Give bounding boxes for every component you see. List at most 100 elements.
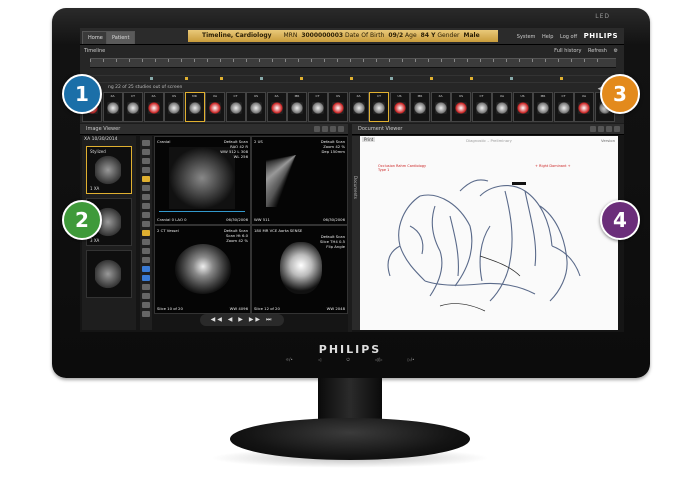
image-tool-icon[interactable] — [142, 311, 150, 317]
study-thumbnail[interactable]: XA — [205, 92, 225, 122]
viewport-ct[interactable]: 2 CT Vessel Default Scan Scan Ht 6.0 Zoo… — [154, 225, 251, 314]
image-tool-icon[interactable] — [142, 149, 150, 155]
viewport-xa[interactable]: Cranial Default Scan RAO 42 R WW 512 L 3… — [154, 136, 251, 225]
front-button-right[interactable]: ▷/• — [408, 357, 415, 362]
image-tool-icon[interactable] — [142, 212, 150, 218]
image-tool-icon[interactable] — [142, 248, 150, 254]
timeline-event-marker[interactable] — [260, 77, 263, 80]
close-icon[interactable] — [614, 126, 620, 132]
study-thumbnail[interactable]: XA — [266, 92, 287, 122]
close-icon[interactable] — [338, 126, 344, 132]
image-viewer-title[interactable]: Image Viewer — [86, 126, 120, 132]
print-icon[interactable] — [598, 126, 604, 132]
image-tool-icon[interactable] — [142, 302, 150, 308]
image-tool-icon[interactable] — [142, 230, 150, 236]
study-thumbnail[interactable]: CT — [307, 92, 328, 122]
study-preview-image — [188, 102, 201, 114]
image-tool-icon[interactable] — [142, 194, 150, 200]
study-thumbnail[interactable]: US — [389, 92, 410, 122]
study-modality-label: XA — [356, 94, 361, 98]
series-thumbnail[interactable] — [86, 250, 132, 298]
timeline-axis[interactable] — [90, 58, 616, 68]
front-button-menu[interactable]: ☼/• — [286, 357, 293, 362]
document-viewer-title[interactable]: Document Viewer — [358, 126, 403, 132]
image-tool-icon[interactable] — [142, 257, 150, 263]
full-history-dropdown[interactable]: Full history — [554, 48, 581, 54]
vp-top-left: 180 MR VCE Aorta SENSE — [254, 228, 303, 233]
study-thumbnail[interactable]: US — [246, 92, 266, 122]
front-button-left[interactable]: ◁ — [318, 357, 321, 362]
gear-icon[interactable]: ⚙ — [614, 48, 618, 54]
menu-help[interactable]: Help — [542, 34, 553, 40]
tab-patient[interactable]: Patient — [106, 31, 136, 44]
timeline-tick — [168, 59, 169, 62]
maximize-icon[interactable] — [606, 126, 612, 132]
timeline-event-marker[interactable] — [300, 77, 303, 80]
image-tool-icon[interactable] — [142, 176, 150, 182]
image-tool-icon[interactable] — [142, 158, 150, 164]
study-preview-image — [578, 102, 590, 114]
study-thumbnail[interactable]: MR — [184, 92, 205, 122]
study-thumbnail[interactable]: CT — [123, 92, 143, 122]
timeline-event-marker[interactable] — [350, 77, 353, 80]
image-tool-icon[interactable] — [142, 221, 150, 227]
viewport-mr[interactable]: 180 MR VCE Aorta SENSE Default Scan Slic… — [251, 225, 348, 314]
playback-controls[interactable]: ◀◀ ◀ ▶ ▶▶ ⏭ — [200, 314, 284, 326]
study-thumbnail[interactable]: MR — [410, 92, 430, 122]
study-thumbnail[interactable]: CT — [471, 92, 492, 122]
timeline-event-marker[interactable] — [560, 77, 563, 80]
study-thumbnail[interactable]: MR — [533, 92, 553, 122]
image-tool-icon[interactable] — [142, 275, 150, 281]
documents-side-tab[interactable]: Documents — [352, 136, 360, 330]
study-thumbnail[interactable]: CT — [225, 92, 246, 122]
front-button-input[interactable]: ◁/▷ — [375, 357, 383, 362]
study-thumbnail[interactable]: XA — [430, 92, 451, 122]
layout-icon[interactable] — [322, 126, 328, 132]
study-thumbnail[interactable]: XA — [492, 92, 512, 122]
timeline-tick — [194, 59, 195, 62]
image-tool-icon[interactable] — [142, 266, 150, 272]
vp-top-right: Default Scan RAO 42 R WW 512 L 308 WL 25… — [220, 139, 248, 159]
edit-icon[interactable] — [314, 126, 320, 132]
timeline-event-marker[interactable] — [220, 77, 223, 80]
study-thumbnail[interactable]: CT — [369, 92, 389, 122]
study-thumbnail[interactable]: XA — [348, 92, 369, 122]
study-thumbnail[interactable]: CT — [553, 92, 574, 122]
timeline-event-marker[interactable] — [430, 77, 433, 80]
study-thumbnail[interactable]: XA — [143, 92, 164, 122]
study-thumbnail[interactable]: XA — [574, 92, 594, 122]
timeline-tick — [103, 59, 104, 62]
tab-home[interactable]: Home — [82, 31, 109, 44]
refresh-button[interactable]: Refresh — [588, 48, 607, 54]
image-tool-icon[interactable] — [142, 293, 150, 299]
study-thumbnail[interactable]: US — [164, 92, 184, 122]
study-thumbnail[interactable]: US — [451, 92, 471, 122]
image-tool-icon[interactable] — [142, 284, 150, 290]
timeline-event-marker[interactable] — [150, 77, 153, 80]
patient-banner: Timeline, Cardiology MRN 3000000003 Date … — [188, 30, 498, 42]
coronary-tree-diagram — [387, 179, 581, 312]
image-tool-icon[interactable] — [142, 185, 150, 191]
timeline-event-marker[interactable] — [390, 77, 393, 80]
edit-icon[interactable] — [590, 126, 596, 132]
timeline-tick — [402, 59, 403, 62]
study-thumbnail[interactable]: US — [328, 92, 348, 122]
study-thumbnail[interactable]: XA — [102, 92, 123, 122]
timeline-event-marker[interactable] — [510, 77, 513, 80]
timeline-tick — [506, 59, 507, 62]
timeline-tick — [298, 59, 299, 62]
timeline-event-marker[interactable] — [185, 77, 188, 80]
viewport-us[interactable]: 2 US Default Scan Zoom 42 % Dep 150mm WW… — [251, 136, 348, 225]
study-thumbnail[interactable]: MR — [287, 92, 307, 122]
maximize-icon[interactable] — [330, 126, 336, 132]
image-tool-icon[interactable] — [142, 239, 150, 245]
series-thumbnail[interactable]: Stylized 1 XA — [86, 146, 132, 194]
image-tool-icon[interactable] — [142, 140, 150, 146]
study-thumbnail[interactable]: US — [512, 92, 533, 122]
image-tool-icon[interactable] — [142, 203, 150, 209]
menu-system[interactable]: System — [517, 34, 536, 40]
image-tool-icon[interactable] — [142, 167, 150, 173]
menu-logoff[interactable]: Log off — [560, 34, 577, 40]
timeline-event-marker[interactable] — [470, 77, 473, 80]
power-button[interactable]: ⏻ — [346, 357, 349, 362]
